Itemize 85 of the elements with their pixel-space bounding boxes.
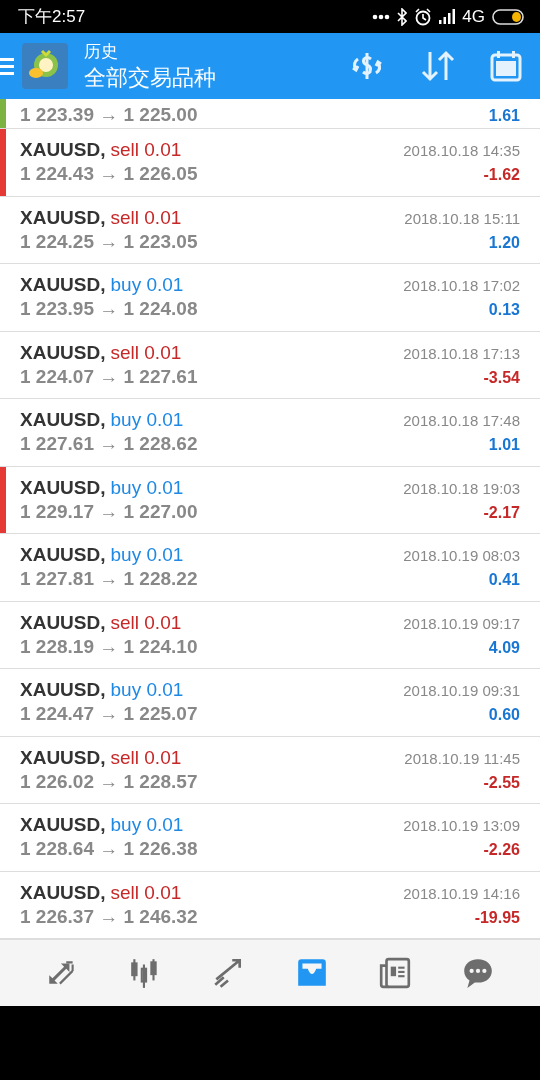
profit-value: -19.95 [474,908,520,927]
symbol-label: XAUUSD, [20,544,106,566]
deal-side: sell 0.01 [110,139,182,161]
price-range: 1 224.43 → 1 226.05 [20,163,198,186]
symbol-label: XAUUSD, [20,611,106,633]
price-range: 1 224.07 → 1 227.61 [20,365,198,388]
battery-icon [492,8,526,25]
deal-row[interactable]: XAUUSD, buy 0.01 2018.10.18 17:48 1 227.61 → 1 228.62 1.01 [0,399,540,467]
app-logo-icon [22,43,68,89]
deal-time: 2018.10.18 17:48 [403,412,520,430]
deal-side: sell 0.01 [110,881,182,903]
screen-title: 历史 [84,40,119,63]
price-range: 1 229.17 → 1 227.00 [20,500,198,523]
price-range: 1 226.37 → 1 246.32 [20,905,198,928]
symbol-label: XAUUSD, [20,679,106,701]
price-range: 1 228.64 → 1 226.38 [20,838,198,861]
deal-row[interactable]: XAUUSD, buy 0.01 2018.10.19 08:03 1 227.81 → 1 228.22 0.41 [0,534,540,602]
symbol-label: XAUUSD, [20,341,106,363]
deal-side: buy 0.01 [110,679,184,701]
deal-row[interactable]: XAUUSD, sell 0.01 2018.10.18 17:13 1 224.07 → 1 227.61 -3.54 [0,331,540,399]
deal-time: 2018.10.19 09:31 [403,682,520,700]
deal-time: 2018.10.18 15:11 [404,209,520,227]
deal-time: 2018.10.19 08:03 [403,547,520,565]
symbol-label: XAUUSD, [20,409,106,431]
price-range: 1 224.47 → 1 225.07 [20,703,198,726]
profit-value: 1.20 [488,233,520,252]
deal-side: buy 0.01 [110,476,184,498]
deal-side: buy 0.01 [110,814,184,836]
network-label: 4G [462,6,485,27]
symbol-label: XAUUSD, [20,814,106,836]
deal-side: sell 0.01 [110,341,182,363]
deal-side: sell 0.01 [110,611,182,633]
price-range: 1 223.95 → 1 224.08 [20,298,198,321]
deal-row[interactable]: XAUUSD, sell 0.01 2018.10.19 09:17 1 228.19 → 1 224.10 4.09 [0,601,540,669]
status-time: 下午2:57 [18,6,86,28]
deal-time: 2018.10.19 13:09 [403,817,520,835]
symbol-label: XAUUSD, [20,881,106,903]
deal-time: 2018.10.18 14:35 [403,142,520,160]
deal-time: 2018.10.18 19:03 [403,479,520,497]
profit-value: 1.01 [488,436,520,455]
deal-side: sell 0.01 [110,206,182,228]
price-range: 1 227.61 → 1 228.62 [20,433,198,456]
price-range: 1 228.19 → 1 224.10 [20,635,198,658]
symbol-label: XAUUSD, [20,476,106,498]
deal-row[interactable]: XAUUSD, sell 0.01 2018.10.18 14:35 1 224.43 → 1 226.05 -1.62 [0,129,540,197]
deal-side: buy 0.01 [110,274,184,296]
price-range: 1 224.25 → 1 223.05 [20,230,198,253]
symbol-label: XAUUSD, [20,139,106,161]
deal-time: 2018.10.18 17:13 [403,344,520,362]
dots-icon [372,13,391,20]
deal-time: 2018.10.19 14:16 [403,884,520,902]
deal-side: buy 0.01 [110,544,184,566]
deal-row[interactable]: XAUUSD, sell 0.01 2018.10.19 11:45 1 226.02 → 1 228.57 -2.55 [0,736,540,804]
profit-value: -2.17 [483,503,520,522]
sort-icon[interactable] [420,50,456,82]
profit-value: -2.55 [483,773,520,792]
profit-value: 1.61 [488,107,520,125]
calendar-icon[interactable] [490,50,522,82]
profit-value: 0.13 [488,301,520,320]
symbol-label: XAUUSD, [20,746,106,768]
bluetooth-icon [397,7,408,26]
signal-icon [439,8,456,25]
profit-value: 0.60 [488,706,520,725]
price-range: 1 226.02 → 1 228.57 [20,770,198,793]
deal-row[interactable]: XAUUSD, sell 0.01 2018.10.18 15:11 1 224.25 → 1 223.05 1.20 [0,196,540,264]
deal-row[interactable]: XAUUSD, buy 0.01 2018.10.18 19:03 1 229.17 → 1 227.00 -2.17 [0,466,540,534]
symbol-label: XAUUSD, [20,206,106,228]
price-range: 1 227.81 → 1 228.22 [20,568,198,591]
profit-value: 0.41 [488,571,520,590]
deal-row[interactable]: XAUUSD, buy 0.01 2018.10.19 09:31 1 224.47 → 1 225.07 0.60 [0,669,540,737]
menu-icon[interactable] [0,56,14,76]
price-range: 1 223.39 → 1 225.00 [20,104,198,126]
profit-value: 4.09 [488,638,520,657]
symbol-label: XAUUSD, [20,274,106,296]
profit-value: -1.62 [483,166,520,185]
profit-value: -3.54 [483,368,520,387]
deal-row[interactable]: XAUUSD, buy 0.01 2018.10.18 17:02 1 223.95 → 1 224.08 0.13 [0,264,540,332]
profit-value: -2.26 [483,841,520,860]
deal-side: sell 0.01 [110,746,182,768]
deal-time: 2018.10.19 11:45 [404,749,520,767]
deal-time: 2018.10.18 17:02 [403,277,520,295]
alarm-icon [414,7,433,26]
deal-side: buy 0.01 [110,409,184,431]
deal-row[interactable]: XAUUSD, buy 0.01 2018.10.19 13:09 1 228.64 → 1 226.38 -2.26 [0,804,540,872]
deal-time: 2018.10.19 09:17 [403,614,520,632]
